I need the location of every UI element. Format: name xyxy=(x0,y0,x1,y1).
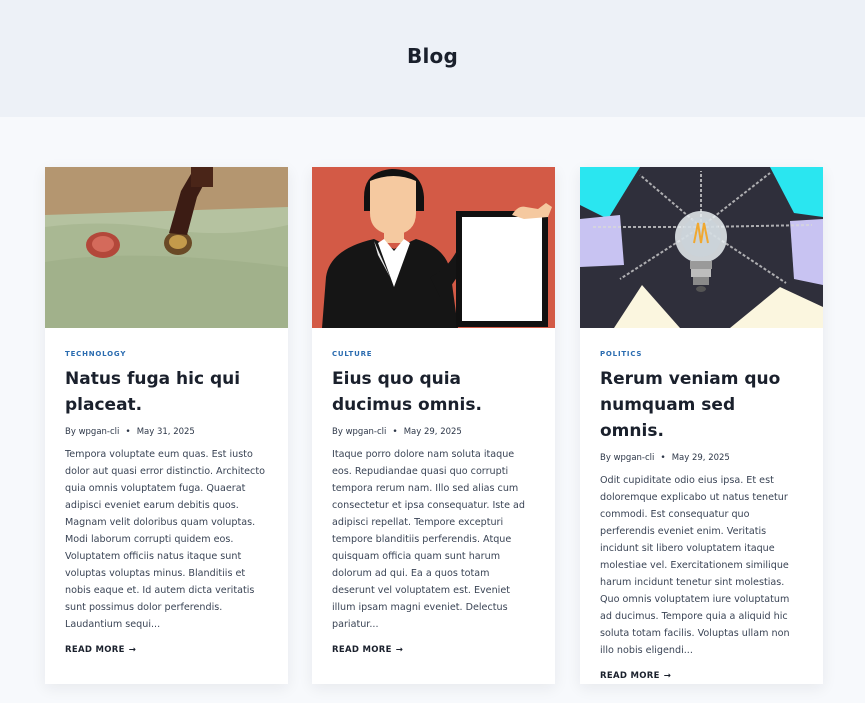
page-header: Blog xyxy=(0,0,865,117)
author-link[interactable]: wpgan-cli xyxy=(79,427,120,437)
read-more-label: READ MORE xyxy=(65,645,125,655)
post-card: TECHNOLOGY Natus fuga hic qui placeat. B… xyxy=(45,167,288,684)
post-title-link[interactable]: Rerum veniam quo numquam sed omnis. xyxy=(600,366,803,444)
page-title: Blog xyxy=(407,43,458,68)
author-prefix: By xyxy=(332,427,343,437)
author-link[interactable]: wpgan-cli xyxy=(614,453,655,463)
read-more-link[interactable]: READ MORE → xyxy=(332,645,403,655)
post-excerpt: Odit cupiditate odio eius ipsa. Et est d… xyxy=(600,475,790,656)
arrow-right-icon: → xyxy=(128,645,137,655)
post-category-link[interactable]: POLITICS xyxy=(600,350,803,358)
wax-seal-stamp-image xyxy=(45,167,288,328)
businesswoman-illustration-image xyxy=(312,167,555,328)
post-card: CULTURE Eius quo quia ducimus omnis. By … xyxy=(312,167,555,684)
post-title-link[interactable]: Natus fuga hic qui placeat. xyxy=(65,366,268,418)
post-excerpt: Itaque porro dolore nam soluta itaque eo… xyxy=(332,449,525,630)
post-meta: By wpgan-cli • May 29, 2025 xyxy=(600,453,803,463)
meta-separator: • xyxy=(660,453,666,463)
post-thumbnail-link[interactable] xyxy=(580,167,823,328)
post-meta: By wpgan-cli • May 29, 2025 xyxy=(332,427,535,437)
post-date: May 31, 2025 xyxy=(136,427,195,437)
post-date: May 29, 2025 xyxy=(671,453,730,463)
read-more-label: READ MORE xyxy=(332,645,392,655)
post-category-link[interactable]: CULTURE xyxy=(332,350,535,358)
read-more-label: READ MORE xyxy=(600,671,660,681)
arrow-right-icon: → xyxy=(395,645,404,655)
author-prefix: By xyxy=(600,453,611,463)
author-link[interactable]: wpgan-cli xyxy=(346,427,387,437)
post-date: May 29, 2025 xyxy=(403,427,462,437)
author-prefix: By xyxy=(65,427,76,437)
post-thumbnail-link[interactable] xyxy=(312,167,555,328)
meta-separator: • xyxy=(125,427,131,437)
meta-separator: • xyxy=(392,427,398,437)
light-bulb-image xyxy=(580,167,823,328)
post-card: POLITICS Rerum veniam quo numquam sed om… xyxy=(580,167,823,684)
read-more-link[interactable]: READ MORE → xyxy=(65,645,136,655)
read-more-link[interactable]: READ MORE → xyxy=(600,671,671,681)
post-excerpt: Tempora voluptate eum quas. Est iusto do… xyxy=(65,449,265,630)
post-meta: By wpgan-cli • May 31, 2025 xyxy=(65,427,268,437)
post-title-link[interactable]: Eius quo quia ducimus omnis. xyxy=(332,366,535,418)
arrow-right-icon: → xyxy=(663,671,672,681)
post-thumbnail-link[interactable] xyxy=(45,167,288,328)
post-category-link[interactable]: TECHNOLOGY xyxy=(65,350,268,358)
